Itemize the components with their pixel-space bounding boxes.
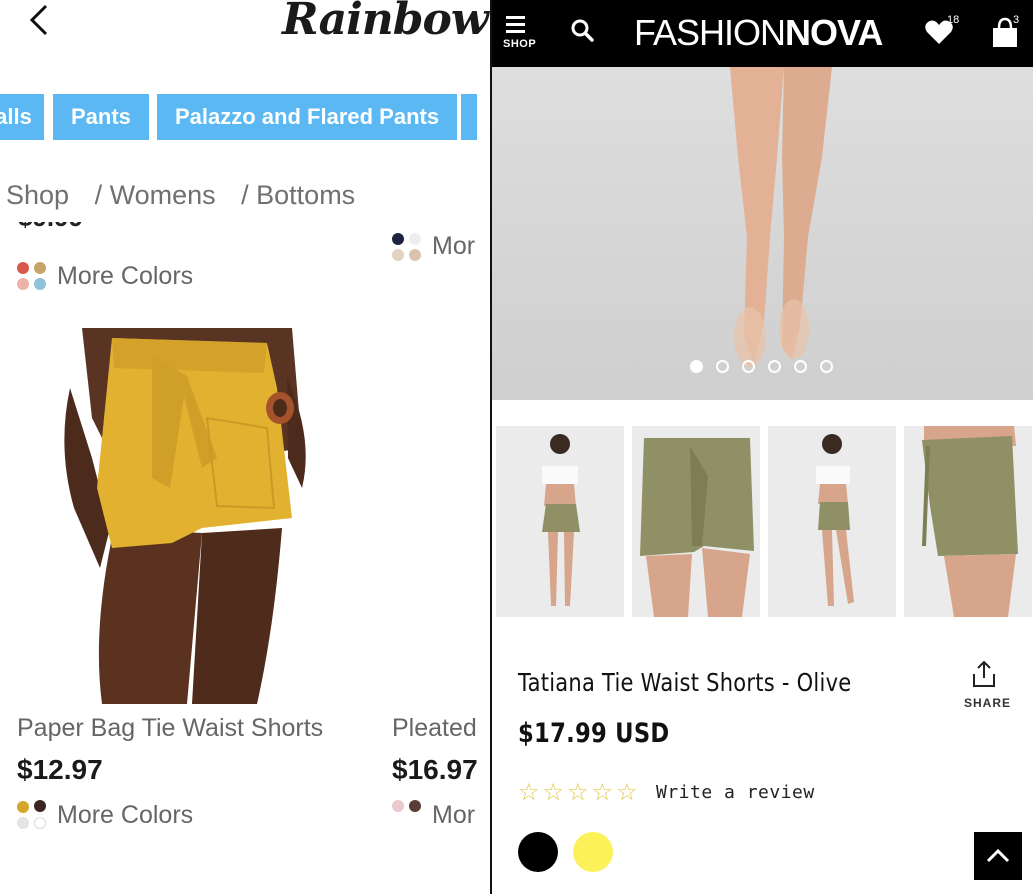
- rainbow-logo[interactable]: Rainbow: [282, 0, 489, 45]
- partial-price-clip: $9.99: [18, 222, 88, 232]
- share-icon: [973, 660, 995, 687]
- star-icon[interactable]: ☆: [518, 780, 540, 804]
- swatch-dot: [392, 800, 404, 812]
- star-icon[interactable]: ☆: [592, 780, 614, 804]
- product-price-partial: $9.99: [18, 222, 88, 232]
- rainbow-app: Rainbow Overalls Pants Palazzo and Flare…: [0, 0, 490, 894]
- gallery-dot[interactable]: [716, 360, 729, 373]
- tab-next-partial[interactable]: [461, 94, 477, 140]
- hamburger-icon: [506, 16, 525, 19]
- gallery-dot[interactable]: [794, 360, 807, 373]
- fashionnova-logo[interactable]: FASHIONNOVA: [634, 12, 883, 54]
- star-icon[interactable]: ☆: [616, 780, 638, 804]
- logo-light-text: FASHION: [634, 12, 786, 53]
- logo-bold-text: NOVA: [785, 12, 883, 53]
- thumbnail-illustration: [640, 438, 754, 617]
- model-shorts-illustration: [64, 328, 306, 704]
- swatch-dot: [17, 262, 29, 274]
- product-image-paper-bag-shorts[interactable]: [52, 328, 324, 704]
- thumbnail-illustration: [816, 434, 854, 606]
- product-price: $16.97: [392, 754, 478, 785]
- back-chevron-icon[interactable]: [22, 2, 58, 38]
- gallery-dot[interactable]: [820, 360, 833, 373]
- swatch-dot: [34, 262, 46, 274]
- swatch-dot: [409, 800, 421, 812]
- gallery-dot[interactable]: [742, 360, 755, 373]
- swatch-dot: [34, 817, 46, 829]
- share-button[interactable]: SHARE: [964, 660, 1012, 710]
- swatch-dot: [17, 817, 29, 829]
- cart-count: 3: [1013, 14, 1020, 26]
- gallery-dot[interactable]: [690, 360, 703, 373]
- breadcrumb: Shop / Womens / Bottoms: [6, 180, 373, 211]
- gallery-pagination: [690, 360, 833, 373]
- top-nav-bar: SHOP FASHIONNOVA 18 3: [492, 0, 1033, 67]
- gallery-thumbnail-full-body-front[interactable]: [496, 426, 624, 617]
- swatch-dot: [392, 249, 404, 261]
- star-icon[interactable]: ☆: [543, 780, 565, 804]
- product-name[interactable]: Paper Bag Tie Waist Shorts: [17, 714, 323, 743]
- swatch-dot: [17, 801, 29, 813]
- wishlist-count: 18: [947, 14, 960, 26]
- more-colors-link[interactable]: More Colors: [57, 262, 193, 291]
- scroll-to-top-button[interactable]: [974, 832, 1022, 880]
- breadcrumb-bottoms[interactable]: / Bottoms: [241, 180, 355, 210]
- hamburger-icon: [506, 23, 525, 26]
- more-colors-link[interactable]: More Colors: [57, 801, 193, 830]
- gallery-thumbnail-shorts-front[interactable]: [632, 426, 760, 617]
- swatch-dot: [34, 800, 46, 812]
- gallery-thumbnail-full-body-side[interactable]: [768, 426, 896, 617]
- swatch-dot: [17, 278, 29, 290]
- swatch-dot: [392, 233, 404, 245]
- chevron-up-icon: [986, 848, 1010, 863]
- more-colors-link[interactable]: Mor: [432, 801, 478, 830]
- color-option-yellow[interactable]: [573, 832, 613, 872]
- gallery-dot[interactable]: [768, 360, 781, 373]
- product-title: Tatiana Tie Waist Shorts - Olive: [518, 668, 852, 697]
- product-name[interactable]: Pleated: [392, 714, 482, 743]
- color-option-black[interactable]: [518, 832, 558, 872]
- model-legs-illustration: [730, 67, 832, 367]
- more-colors-link[interactable]: Mor: [432, 232, 478, 261]
- swatch-dot: [409, 249, 421, 261]
- product-hero-image[interactable]: [492, 67, 1033, 400]
- product-price: $17.99 USD: [518, 718, 670, 749]
- search-icon[interactable]: [570, 18, 596, 44]
- product-price: $12.97: [17, 754, 103, 785]
- tab-pants[interactable]: Pants: [53, 94, 149, 140]
- tab-palazzo-flared-pants[interactable]: Palazzo and Flared Pants: [157, 94, 458, 140]
- menu-button[interactable]: SHOP: [502, 14, 536, 56]
- thumbnail-illustration: [922, 426, 1018, 617]
- swatch-dot: [34, 278, 46, 290]
- share-label: SHARE: [964, 696, 1012, 710]
- fashionnova-app: SHOP FASHIONNOVA 18 3 Tatiana Tie Waist …: [492, 0, 1033, 894]
- thumbnail-illustration: [542, 434, 580, 606]
- breadcrumb-womens[interactable]: / Womens: [95, 180, 216, 210]
- rating-stars[interactable]: ☆ ☆ ☆ ☆ ☆: [518, 780, 638, 804]
- breadcrumb-shop[interactable]: Shop: [6, 180, 69, 210]
- hamburger-icon: [506, 30, 525, 33]
- write-review-link[interactable]: Write a review: [656, 782, 815, 803]
- gallery-thumbnail-shorts-side[interactable]: [904, 426, 1032, 617]
- tab-overalls[interactable]: Overalls: [0, 94, 44, 140]
- swatch-dot: [409, 233, 421, 245]
- menu-label: SHOP: [503, 38, 537, 50]
- star-icon[interactable]: ☆: [567, 780, 589, 804]
